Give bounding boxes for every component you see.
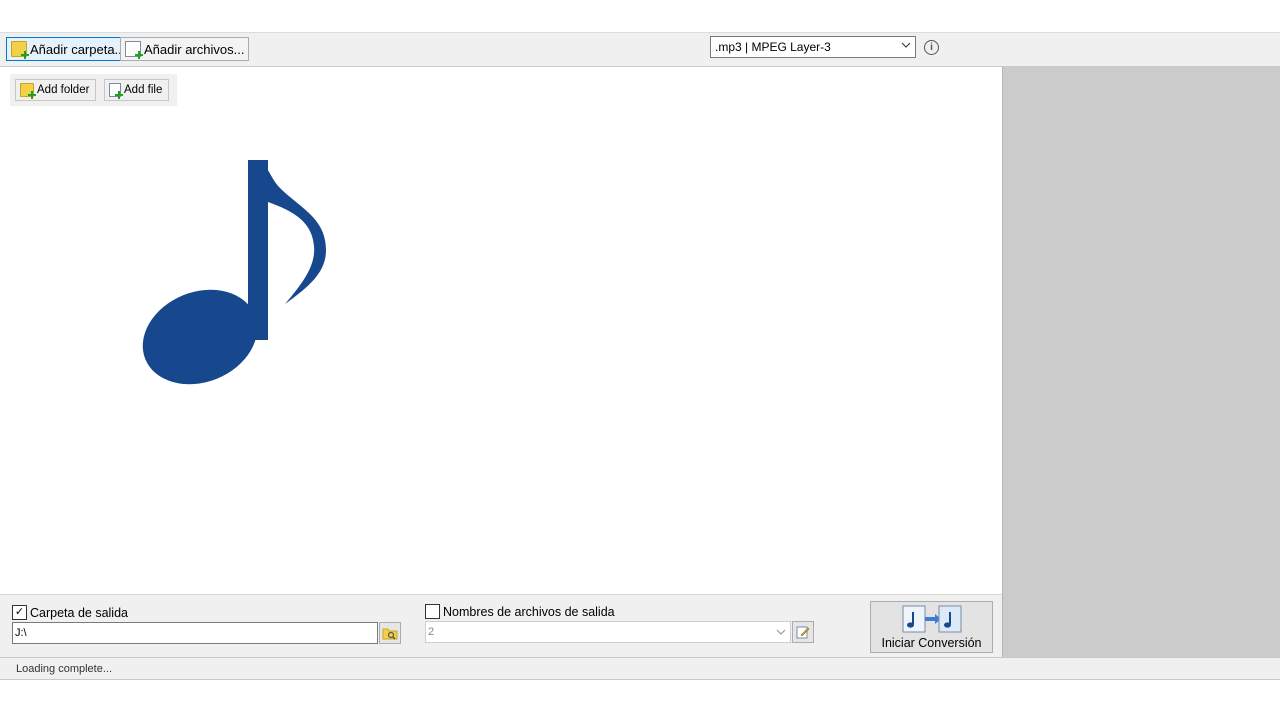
add-file-icon: [109, 83, 123, 99]
inner-add-folder-button[interactable]: Add folder: [15, 79, 97, 101]
add-folder-icon: [20, 83, 36, 99]
status-text: Loading complete...: [16, 662, 113, 675]
folder-search-icon: [382, 628, 398, 640]
inner-add-file-label: Add file: [124, 84, 163, 96]
output-filenames-select[interactable]: 2: [425, 621, 791, 643]
output-folder-label: Carpeta de salida: [30, 605, 128, 620]
start-conversion-button[interactable]: Iniciar Conversión: [870, 601, 993, 653]
status-bar: Loading complete...: [0, 657, 1280, 680]
chevron-down-icon: [901, 40, 911, 53]
add-files-button[interactable]: Añadir archivos...: [120, 37, 250, 61]
music-note-icon: [142, 160, 326, 385]
output-folder-checkbox[interactable]: ✓: [12, 605, 27, 620]
output-filenames-option[interactable]: Nombres de archivos de salida: [425, 604, 615, 619]
output-folder-path-value: J:\: [15, 627, 27, 639]
side-panel: [1002, 67, 1280, 657]
browse-folder-button[interactable]: [379, 622, 401, 644]
format-selected-value: .mp3 | MPEG Layer-3: [715, 40, 831, 54]
output-filenames-value: 2: [428, 626, 435, 638]
add-file-icon: [125, 41, 143, 59]
edit-icon: [796, 626, 810, 639]
inner-add-folder-label: Add folder: [37, 84, 90, 96]
output-folder-option[interactable]: ✓ Carpeta de salida: [12, 605, 128, 620]
info-icon-glyph: i: [930, 42, 933, 53]
output-filenames-checkbox[interactable]: [425, 604, 440, 619]
inner-add-file-button[interactable]: Add file: [104, 79, 170, 101]
add-files-label: Añadir archivos...: [144, 41, 245, 57]
output-format-select[interactable]: .mp3 | MPEG Layer-3: [710, 36, 916, 58]
convert-icon: [902, 605, 961, 633]
add-folder-label: Añadir carpeta...: [30, 41, 126, 57]
add-folder-button[interactable]: Añadir carpeta...: [6, 37, 131, 61]
output-folder-path-input[interactable]: J:\: [12, 622, 378, 644]
edit-filenames-button[interactable]: [792, 621, 814, 643]
chevron-down-icon: [776, 627, 786, 640]
add-folder-icon: [11, 41, 29, 59]
output-filenames-label: Nombres de archivos de salida: [443, 604, 615, 619]
info-icon[interactable]: i: [924, 40, 939, 55]
start-conversion-label: Iniciar Conversión: [881, 636, 982, 650]
